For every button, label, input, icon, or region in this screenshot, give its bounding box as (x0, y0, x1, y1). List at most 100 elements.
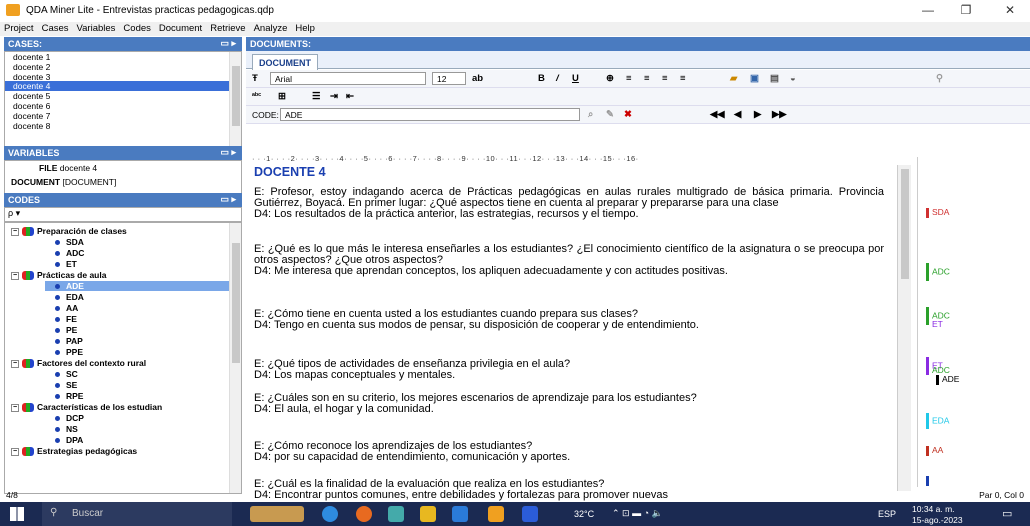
code-item[interactable]: SDA (55, 237, 84, 247)
menu-help[interactable]: Help (291, 22, 319, 35)
margin-code-marker[interactable]: ET (932, 319, 943, 329)
case-item[interactable]: docente 8 (5, 121, 241, 131)
code-item[interactable]: ADC (55, 248, 84, 258)
store-icon[interactable] (452, 506, 468, 522)
italic-icon[interactable]: / (556, 73, 559, 84)
code-category[interactable]: − Prácticas de aula (11, 270, 106, 281)
open-icon[interactable]: ▰ (730, 73, 737, 84)
code-item[interactable]: FE (55, 314, 77, 324)
system-tray-icons[interactable]: ⌃ ⊡ ▬ ◔ 🔈 (612, 508, 663, 519)
code-edit-icon[interactable]: ✎ (606, 109, 614, 120)
delete-code-icon[interactable]: ✖ (624, 109, 632, 120)
code-item[interactable]: SC (55, 369, 78, 379)
code-margin[interactable]: SDA ADC ADC ET ET ADC ADE EDA AA (917, 157, 1030, 487)
spellcheck-icon[interactable]: ᵃᵇᶜ (252, 91, 261, 100)
close-button[interactable]: ✕ (1000, 3, 1020, 19)
align-right-icon[interactable]: ≡ (662, 73, 668, 84)
clock-time[interactable]: 10:34 a. m. (912, 504, 955, 514)
code-item-selected[interactable]: ADE (45, 281, 231, 291)
margin-code-marker[interactable] (926, 475, 932, 486)
collapse-icon[interactable]: − (11, 227, 19, 236)
code-item[interactable]: DCP (55, 413, 84, 423)
word-icon[interactable] (522, 506, 538, 522)
case-item[interactable]: docente 3 (5, 72, 241, 82)
edge-icon[interactable] (322, 506, 338, 522)
case-item[interactable]: docente 6 (5, 101, 241, 111)
code-tree[interactable]: − Preparación de clases SDA ADC ET − Práct… (4, 222, 242, 494)
code-attach-icon[interactable]: ⌕ (588, 109, 593, 120)
menu-analyze[interactable]: Analyze (250, 22, 292, 35)
tab-document[interactable]: DOCUMENT (252, 54, 318, 71)
variables-panel-toggle-icon[interactable]: ▭ ▸ (220, 147, 236, 158)
code-item[interactable]: DPA (55, 435, 83, 445)
code-category[interactable]: − Estrategias pedagógicas (11, 446, 137, 457)
collapse-icon[interactable]: − (11, 403, 19, 412)
code-item[interactable]: RPE (55, 391, 83, 401)
clock-date[interactable]: 15-ago.-2023 (912, 515, 963, 525)
case-item-selected[interactable]: docente 4 (5, 81, 241, 91)
preview-icon[interactable]: ◒ (790, 73, 796, 84)
code-category[interactable]: − Características de los estudian (11, 402, 162, 413)
code-search-input[interactable]: ρ ▾ (4, 207, 242, 222)
case-item[interactable]: docente 1 (5, 52, 241, 62)
align-left-icon[interactable]: ≡ (626, 73, 632, 84)
taskbar-search[interactable]: ⚲ Buscar (42, 502, 232, 526)
codes-panel-toggle-icon[interactable]: ▭ ▸ (220, 194, 236, 205)
document-scrollbar[interactable] (897, 165, 911, 491)
print-icon[interactable]: ▤ (770, 73, 779, 84)
align-center-icon[interactable]: ≡ (644, 73, 650, 84)
menu-retrieve[interactable]: Retrieve (206, 22, 249, 35)
search-icon[interactable]: ⚲ (936, 73, 943, 84)
case-item[interactable]: docente 2 (5, 62, 241, 72)
collapse-icon[interactable]: − (11, 271, 19, 280)
code-item[interactable]: PE (55, 325, 77, 335)
highlight-icon[interactable]: ab (472, 73, 483, 84)
firefox-icon[interactable] (356, 506, 372, 522)
font-select[interactable]: Arial (270, 72, 426, 85)
save-icon[interactable]: ▣ (750, 73, 759, 84)
start-icon[interactable] (10, 507, 24, 521)
margin-code-marker[interactable]: SDA (926, 207, 949, 218)
previous-document-icon[interactable]: ◀ (734, 109, 741, 120)
collapse-icon[interactable]: − (11, 359, 19, 368)
margin-code-marker[interactable]: EDA (926, 413, 949, 429)
collapse-icon[interactable]: − (11, 447, 19, 456)
language-label[interactable]: ESP (878, 509, 896, 519)
margin-code-marker[interactable]: AA (926, 445, 943, 456)
minimize-button[interactable]: — (918, 3, 938, 19)
maximize-button[interactable]: ❐ (956, 3, 976, 19)
cases-panel-toggle-icon[interactable]: ▭ ▸ (220, 38, 236, 49)
code-item[interactable]: PAP (55, 336, 83, 346)
menu-document[interactable]: Document (155, 22, 206, 35)
case-item[interactable]: docente 5 (5, 91, 241, 101)
margin-code-marker[interactable]: ADC (926, 263, 950, 281)
weather-widget-icon[interactable] (250, 506, 304, 522)
menu-project[interactable]: Project (0, 22, 38, 35)
cases-list[interactable]: docente 1 docente 2 docente 3 docente 4 … (4, 51, 242, 155)
notifications-icon[interactable]: ▭ (1002, 507, 1012, 520)
code-select[interactable]: ADE (280, 108, 580, 121)
variable-value[interactable]: [DOCUMENT] (62, 177, 116, 187)
file-explorer-icon[interactable] (420, 506, 436, 522)
app-icon[interactable] (388, 506, 404, 522)
cases-scrollbar[interactable] (229, 52, 241, 154)
code-category[interactable]: − Factores del contexto rural (11, 358, 146, 369)
insert-icon[interactable]: ⊞ (278, 91, 286, 102)
code-category[interactable]: − Preparación de clases (11, 226, 127, 237)
code-item[interactable]: AA (55, 303, 78, 313)
case-item[interactable]: docente 7 (5, 111, 241, 121)
outdent-icon[interactable]: ⇤ (346, 91, 354, 102)
last-document-icon[interactable]: ▶▶ (772, 109, 787, 120)
variable-value[interactable]: docente 4 (60, 163, 97, 173)
menu-codes[interactable]: Codes (119, 22, 154, 35)
margin-code-marker[interactable]: ADE (936, 374, 959, 385)
code-item[interactable]: EDA (55, 292, 84, 302)
code-item[interactable]: NS (55, 424, 78, 434)
qda-miner-icon[interactable] (488, 506, 504, 522)
document-text-area[interactable]: DOCENTE 4 E: Profesor, estoy indagando a… (250, 165, 903, 519)
menu-variables[interactable]: Variables (73, 22, 120, 35)
codes-scrollbar[interactable] (229, 223, 241, 493)
code-item[interactable]: SE (55, 380, 77, 390)
justify-icon[interactable]: ≡ (680, 73, 686, 84)
first-document-icon[interactable]: ◀◀ (710, 109, 725, 120)
